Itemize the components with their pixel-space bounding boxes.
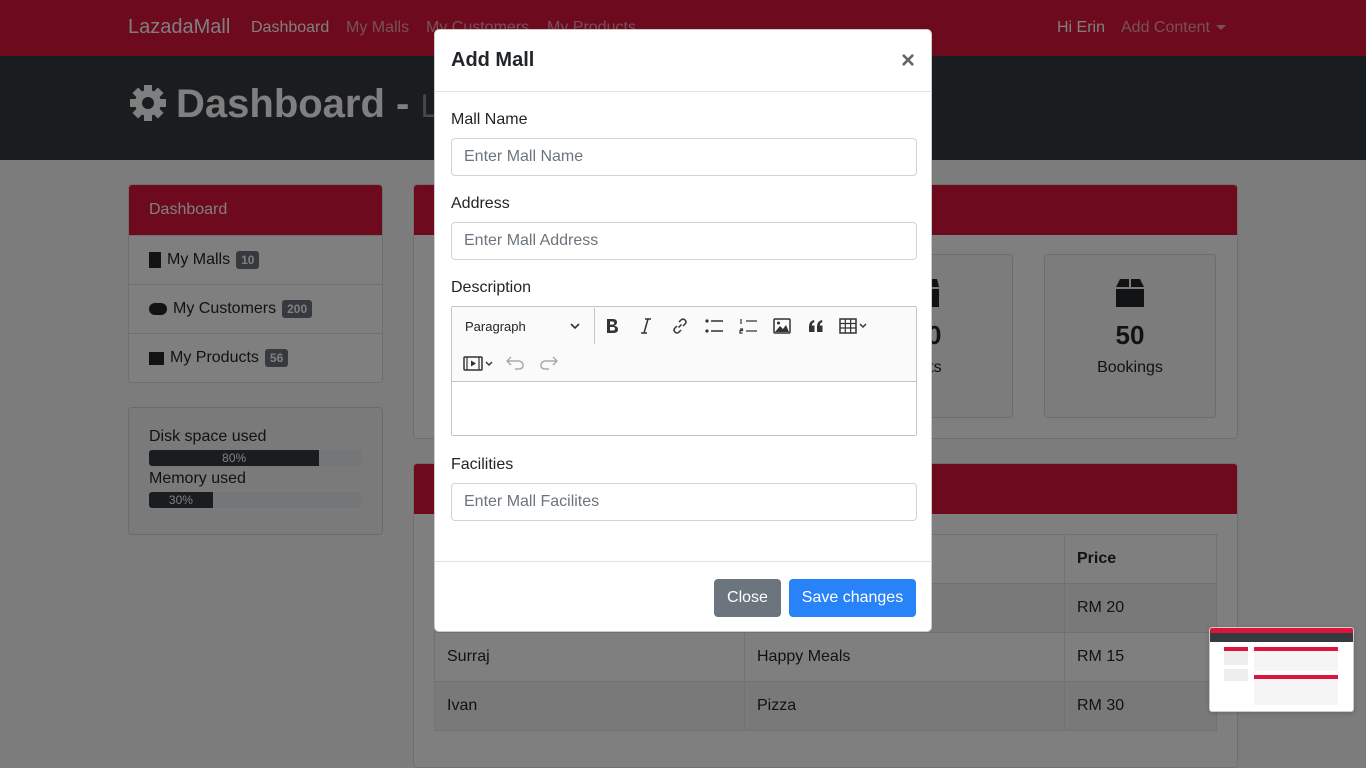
editor-toolbar: Paragraph <box>452 307 916 382</box>
add-mall-modal: Add Mall × Mall Name Address Description… <box>434 29 932 632</box>
insert-table-button[interactable] <box>833 308 873 344</box>
save-changes-button[interactable]: Save changes <box>789 579 916 617</box>
description-rich-text-editor: Paragraph <box>451 306 917 436</box>
italic-icon <box>641 318 651 334</box>
bulleted-list-button[interactable] <box>697 308 731 344</box>
paragraph-format-label: Paragraph <box>465 318 526 334</box>
toolbar-row-2 <box>460 345 566 381</box>
facilities-input[interactable] <box>451 483 917 521</box>
toolbar-row-1: Paragraph <box>452 308 873 344</box>
close-icon[interactable]: × <box>901 48 915 73</box>
redo-button[interactable] <box>532 345 566 381</box>
link-button[interactable] <box>663 308 697 344</box>
link-icon <box>673 318 687 334</box>
paragraph-format-select[interactable]: Paragraph <box>452 308 595 344</box>
description-editor-area[interactable] <box>452 382 916 435</box>
bold-button[interactable] <box>595 308 629 344</box>
chevron-down-icon <box>570 323 580 329</box>
modal-body: Mall Name Address Description Paragraph <box>435 111 931 521</box>
modal-title: Add Mall <box>451 49 535 71</box>
thumbnail-image <box>1210 628 1353 705</box>
mall-name-input[interactable] <box>451 138 917 176</box>
mall-name-label: Mall Name <box>451 111 528 128</box>
modal-footer: Close Save changes <box>435 561 931 631</box>
facilities-label: Facilities <box>451 456 514 473</box>
numbered-list-icon <box>739 319 757 334</box>
page-thumbnail-preview[interactable] <box>1209 627 1354 712</box>
bold-icon <box>607 319 618 333</box>
undo-icon <box>506 356 524 370</box>
insert-image-button[interactable] <box>765 308 799 344</box>
quote-icon <box>809 320 823 332</box>
insert-media-button[interactable] <box>460 345 498 381</box>
close-button[interactable]: Close <box>714 579 781 617</box>
address-input[interactable] <box>451 222 917 260</box>
description-label: Description <box>451 279 532 296</box>
numbered-list-button[interactable] <box>731 308 765 344</box>
italic-button[interactable] <box>629 308 663 344</box>
address-label: Address <box>451 195 510 212</box>
bulleted-list-icon <box>705 319 723 333</box>
media-icon <box>463 356 493 371</box>
redo-icon <box>540 356 558 370</box>
undo-button[interactable] <box>498 345 532 381</box>
block-quote-button[interactable] <box>799 308 833 344</box>
image-icon <box>773 318 791 334</box>
modal-header: Add Mall × <box>435 30 931 92</box>
table-icon <box>839 318 867 334</box>
